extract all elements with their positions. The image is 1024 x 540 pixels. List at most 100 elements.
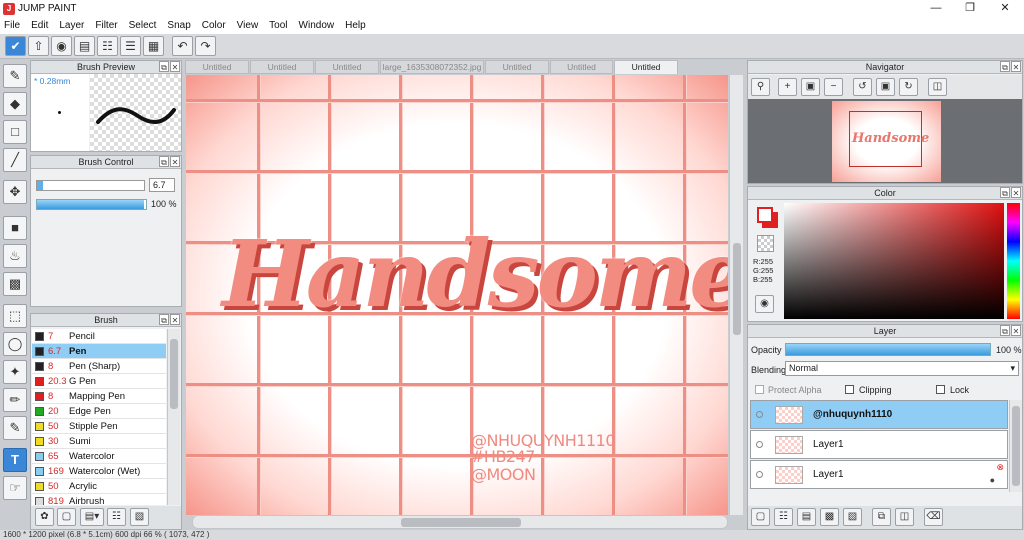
- brush-item[interactable]: 50 Acrylic: [32, 479, 166, 494]
- panel-close-icon[interactable]: ✕: [170, 314, 180, 325]
- message-icon[interactable]: ▤: [74, 36, 95, 56]
- brush-item[interactable]: 20 Edge Pen: [32, 404, 166, 419]
- tone-layer-icon[interactable]: ▩: [820, 508, 839, 526]
- canvas-vertical-scrollbar[interactable]: [729, 75, 743, 515]
- redo-icon[interactable]: ↷: [195, 36, 216, 56]
- zoom-fit-icon[interactable]: ⚲: [751, 78, 770, 96]
- brush-item[interactable]: 8 Pen (Sharp): [32, 359, 166, 374]
- delete-layer-icon[interactable]: ⌫: [924, 508, 943, 526]
- brush-menu-icon[interactable]: ▤▾: [80, 508, 104, 526]
- tab-untitled-6[interactable]: Untitled: [550, 60, 613, 74]
- magic-wand-icon[interactable]: ✦: [3, 360, 27, 384]
- document-icon[interactable]: ☷: [97, 36, 118, 56]
- menu-window[interactable]: Window: [299, 20, 335, 31]
- tab-untitled-active[interactable]: Untitled: [614, 60, 678, 75]
- select-pen-icon[interactable]: ✏: [3, 388, 27, 412]
- undock-icon[interactable]: ⧉: [1000, 187, 1010, 198]
- panel-close-icon[interactable]: ✕: [1011, 187, 1021, 198]
- tab-untitled-3[interactable]: Untitled: [315, 60, 379, 74]
- brush-folder-icon[interactable]: ▧: [130, 508, 149, 526]
- check-icon[interactable]: ✔: [5, 36, 26, 56]
- menu-select[interactable]: Select: [129, 20, 157, 31]
- lock-checkbox[interactable]: [936, 385, 945, 394]
- menu-view[interactable]: View: [237, 20, 259, 31]
- undock-icon[interactable]: ⧉: [159, 156, 169, 167]
- new-layer-icon[interactable]: ▢: [751, 508, 770, 526]
- layer-list-scrollbar[interactable]: [1009, 400, 1022, 492]
- gradient-tool-icon[interactable]: ▩: [3, 272, 27, 296]
- visibility-icon[interactable]: [756, 471, 763, 478]
- brush-item[interactable]: 50 Stipple Pen: [32, 419, 166, 434]
- move-tool-icon[interactable]: ✥: [3, 180, 27, 204]
- menu-color[interactable]: Color: [202, 20, 226, 31]
- text-tool-icon[interactable]: T: [3, 448, 27, 472]
- panel-close-icon[interactable]: ✕: [1011, 325, 1021, 336]
- reset-rotate-icon[interactable]: ▣: [876, 78, 895, 96]
- layer-row[interactable]: Layer1: [750, 430, 1008, 459]
- menu-snap[interactable]: Snap: [167, 20, 190, 31]
- lasso-icon[interactable]: ◯: [3, 332, 27, 356]
- share-icon[interactable]: ⇧: [28, 36, 49, 56]
- color-saturation-field[interactable]: [784, 203, 1004, 319]
- layer-document-icon[interactable]: ▤: [797, 508, 816, 526]
- maximize-button[interactable]: ❐: [953, 0, 987, 17]
- undock-icon[interactable]: ⧉: [1000, 61, 1010, 72]
- flip-icon[interactable]: ◫: [928, 78, 947, 96]
- menu-tool[interactable]: Tool: [269, 20, 287, 31]
- close-button[interactable]: ✕: [988, 0, 1022, 17]
- undock-icon[interactable]: ⧉: [159, 314, 169, 325]
- tab-untitled-5[interactable]: Untitled: [485, 60, 549, 74]
- brush-tool-icon[interactable]: ✎: [3, 64, 27, 88]
- brush-item[interactable]: 8 Mapping Pen: [32, 389, 166, 404]
- canvas-horizontal-scrollbar[interactable]: [192, 515, 728, 529]
- blending-select[interactable]: Normal ▾: [785, 361, 1019, 376]
- fill-rect-tool-icon[interactable]: ■: [3, 216, 27, 240]
- brush-copy-icon[interactable]: ☷: [107, 508, 126, 526]
- menu-filter[interactable]: Filter: [95, 20, 117, 31]
- new-layer-copy-icon[interactable]: ☷: [774, 508, 793, 526]
- menu-edit[interactable]: Edit: [31, 20, 48, 31]
- actual-size-icon[interactable]: ▣: [801, 78, 820, 96]
- visibility-icon[interactable]: [756, 411, 763, 418]
- merge-layer-icon[interactable]: ◫: [895, 508, 914, 526]
- select-rect-icon[interactable]: ⬚: [3, 304, 27, 328]
- layer-folder-icon[interactable]: ▧: [843, 508, 862, 526]
- minimize-button[interactable]: —: [919, 0, 953, 17]
- palette-icon[interactable]: ◉: [755, 295, 774, 313]
- layer-row[interactable]: Layer1 ⊗ ●: [750, 460, 1008, 489]
- menu-help[interactable]: Help: [345, 20, 366, 31]
- visibility-icon[interactable]: [756, 441, 763, 448]
- comment-icon[interactable]: ◉: [51, 36, 72, 56]
- undock-icon[interactable]: ⧉: [159, 61, 169, 72]
- layer-opacity-slider[interactable]: [785, 343, 991, 356]
- line-tool-icon[interactable]: ╱: [3, 148, 27, 172]
- brush-settings-icon[interactable]: ✿: [35, 508, 54, 526]
- brush-item[interactable]: 30 Sumi: [32, 434, 166, 449]
- panel-close-icon[interactable]: ✕: [170, 61, 180, 72]
- artboard[interactable]: Handsome @NHUQUYNH1110 #HB247 @MOON: [186, 75, 728, 515]
- eraser-tool-icon[interactable]: ◆: [3, 92, 27, 116]
- brush-opacity-slider[interactable]: [36, 199, 147, 210]
- tab-untitled-2[interactable]: Untitled: [250, 60, 314, 74]
- zoom-in-icon[interactable]: +: [778, 78, 797, 96]
- panel-close-icon[interactable]: ✕: [1011, 61, 1021, 72]
- layer-row[interactable]: @nhuquynh1110: [750, 400, 1008, 429]
- undock-icon[interactable]: ⧉: [1000, 325, 1010, 336]
- tab-large-jpg[interactable]: large_1635308072352.jpg: [380, 60, 484, 74]
- rotate-left-icon[interactable]: ↺: [853, 78, 872, 96]
- new-brush-icon[interactable]: ▢: [57, 508, 76, 526]
- brush-item[interactable]: 819 Airbrush: [32, 494, 166, 505]
- eyedropper-icon[interactable]: ☞: [3, 476, 27, 500]
- zoom-out-icon[interactable]: −: [824, 78, 843, 96]
- navigator-view[interactable]: Handsome: [748, 99, 1022, 183]
- menu-layer[interactable]: Layer: [59, 20, 84, 31]
- brush-size-slider[interactable]: [36, 180, 145, 191]
- tab-untitled-1[interactable]: Untitled: [185, 60, 249, 74]
- rotate-right-icon[interactable]: ↻: [899, 78, 918, 96]
- list-icon[interactable]: ☰: [120, 36, 141, 56]
- hue-slider[interactable]: [1007, 203, 1020, 319]
- duplicate-layer-icon[interactable]: ⧉: [872, 508, 891, 526]
- select-eraser-icon[interactable]: ✎: [3, 416, 27, 440]
- brush-item[interactable]: 20.3 G Pen: [32, 374, 166, 389]
- clipping-checkbox[interactable]: [845, 385, 854, 394]
